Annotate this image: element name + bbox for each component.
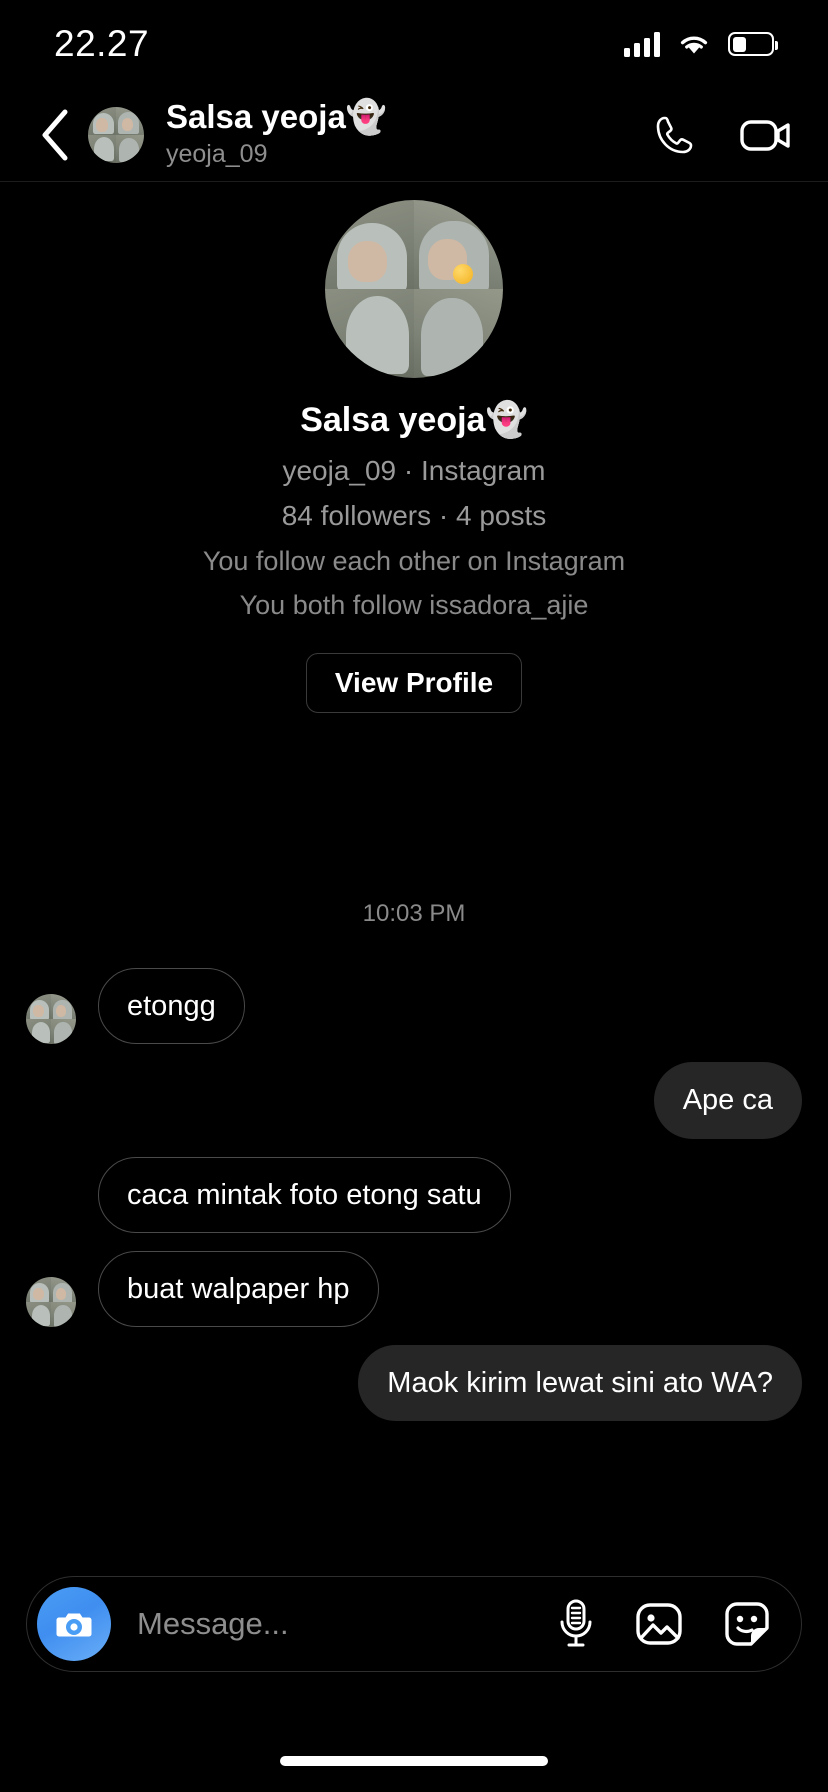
microphone-icon[interactable] [555, 1598, 597, 1650]
message-row: buat walpaper hp [26, 1250, 802, 1327]
header-username: yeoja_09 [166, 140, 268, 169]
message-bubble[interactable]: etongg [98, 968, 245, 1045]
message-row: Maok kirim lewat sini ato WA? [26, 1345, 802, 1422]
message-row: Ape ca [26, 1062, 802, 1139]
message-bubble[interactable]: buat walpaper hp [98, 1250, 379, 1327]
avatar-collage [88, 106, 144, 163]
wifi-icon [680, 36, 708, 54]
message-avatar[interactable] [26, 994, 76, 1045]
video-camera-icon[interactable] [738, 111, 792, 159]
profile-display-name: Salsa yeoja👻 [300, 401, 528, 439]
instagram-dm-screen: 22.27 Salsa yeoja👻 yeoja_09 Salsa yeoja👻… [0, 0, 828, 1792]
profile-mutual-follow: You follow each other on Instagram [202, 545, 626, 576]
sticker-icon[interactable] [721, 1598, 773, 1650]
header-display-name: Salsa yeoja👻 [166, 98, 387, 136]
status-bar-clock: 22.27 [54, 23, 150, 64]
message-composer [26, 1576, 802, 1672]
profile-summary: Salsa yeoja👻 yeoja_09 · Instagram 84 fol… [0, 200, 828, 713]
image-gallery-icon[interactable] [633, 1598, 685, 1650]
home-indicator [280, 1756, 548, 1766]
avatar-collage-small [26, 1277, 76, 1327]
avatar-collage-large [325, 200, 503, 378]
profile-avatar[interactable] [325, 200, 503, 378]
header-avatar[interactable] [88, 106, 144, 163]
profile-handle: yeoja_09 · Instagram [282, 454, 546, 486]
cellular-signal-icon [624, 31, 660, 57]
message-bubble[interactable]: Ape ca [653, 1062, 802, 1139]
message-avatar[interactable] [26, 1277, 76, 1327]
profile-mutual-friend: You both follow issadora_ajie [239, 589, 589, 620]
chevron-left-icon [42, 109, 68, 160]
message-bubble[interactable]: caca mintak foto etong satu [98, 1156, 511, 1233]
status-bar-indicators [624, 31, 778, 57]
status-bar: 22.27 [0, 0, 828, 88]
message-row: caca mintak foto etong satu [26, 1156, 802, 1233]
message-bubble[interactable]: Maok kirim lewat sini ato WA? [358, 1345, 802, 1422]
message-row: etongg [26, 968, 802, 1045]
header-actions [650, 111, 792, 159]
avatar-collage-small [26, 994, 76, 1045]
thread-timestamp: 10:03 PM [362, 900, 466, 927]
header-identity[interactable]: Salsa yeoja👻 yeoja_09 [166, 98, 650, 170]
conversation-header: Salsa yeoja👻 yeoja_09 [0, 88, 828, 182]
camera-icon [56, 1613, 92, 1637]
view-profile-button[interactable]: View Profile [305, 652, 523, 713]
camera-button[interactable] [37, 1587, 111, 1661]
profile-stats: 84 followers · 4 posts [281, 500, 547, 532]
phone-icon[interactable] [650, 111, 698, 159]
back-button[interactable] [30, 107, 80, 163]
message-list: etongg Ape ca caca mintak foto etong satu b… [26, 968, 802, 1422]
message-input[interactable] [137, 1606, 555, 1642]
message-thread: 10:03 PM etongg Ape ca caca mintak foto et… [0, 900, 828, 1439]
composer-actions [555, 1598, 773, 1650]
battery-icon [728, 32, 778, 56]
